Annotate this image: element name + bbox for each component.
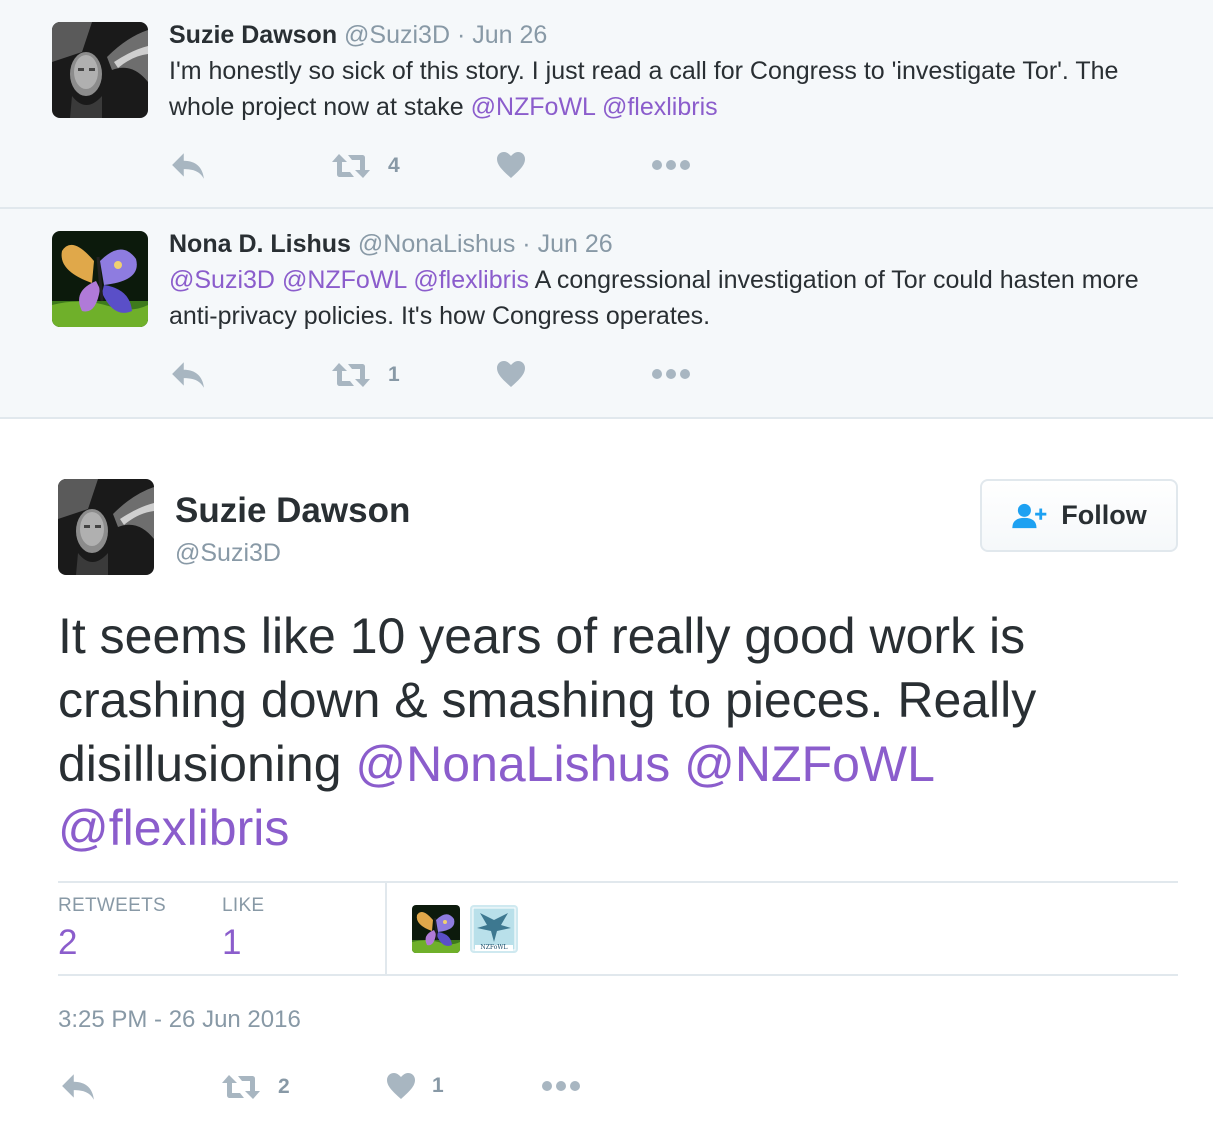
likes-stat[interactable]: LIKE 1 <box>222 895 264 963</box>
heart-icon <box>496 360 526 388</box>
more-dots-icon <box>651 159 691 171</box>
tweet-stats: RETWEETS 2 LIKE 1 NZFoWL <box>58 881 1178 976</box>
retweet-icon <box>220 1072 262 1102</box>
tweet-text: @Suzi3D @NZFoWL @flexlibris A congressio… <box>169 262 1179 334</box>
mention-link[interactable]: @NZFoWL <box>471 93 595 121</box>
like-button[interactable] <box>496 360 526 388</box>
more-button[interactable] <box>651 159 691 171</box>
more-dots-icon <box>541 1080 581 1092</box>
avatar[interactable] <box>58 479 154 575</box>
reply-arrow-icon <box>60 1072 96 1102</box>
more-button[interactable] <box>651 368 691 380</box>
context-tweet[interactable]: Nona D. Lishus @NonaLishus · Jun 26 @Suz… <box>0 209 1213 419</box>
liker-avatar[interactable] <box>412 905 460 953</box>
avatar-face-portrait-icon <box>58 479 154 575</box>
mention-link[interactable]: @NonaLishus <box>355 736 670 792</box>
mention-link[interactable]: @flexlibris <box>602 93 718 121</box>
avatar[interactable] <box>52 231 148 327</box>
retweets-label: RETWEETS <box>58 895 166 916</box>
author-name[interactable]: Suzie Dawson <box>169 21 337 49</box>
more-button[interactable] <box>541 1080 581 1092</box>
tweet-text: I'm honestly so sick of this story. I ju… <box>169 53 1179 125</box>
retweet-count: 4 <box>388 154 400 177</box>
avatar-butterfly-icon <box>412 905 460 953</box>
tweet-actions: 1 <box>0 354 1213 398</box>
retweet-count: 2 <box>278 1075 290 1098</box>
follow-button[interactable]: Follow <box>980 479 1178 552</box>
more-dots-icon <box>651 368 691 380</box>
reply-arrow-icon <box>170 151 206 181</box>
author-name[interactable]: Suzie Dawson <box>175 491 410 531</box>
heart-icon <box>496 151 526 179</box>
retweet-count: 1 <box>388 363 400 386</box>
reply-button[interactable] <box>170 360 206 390</box>
mention-link[interactable]: @Suzi3D <box>169 266 275 294</box>
avatar-butterfly-icon <box>52 231 148 327</box>
mention-link[interactable]: @flexlibris <box>413 266 529 294</box>
tweet-date[interactable]: · Jun 26 <box>457 21 547 49</box>
reply-button[interactable] <box>60 1072 96 1102</box>
mention-link[interactable]: @NZFoWL <box>282 266 406 294</box>
tweet-text: It seems like 10 years of really good wo… <box>58 604 1178 860</box>
tweet-header: Suzie Dawson @Suzi3D · Jun 26 <box>169 20 547 50</box>
likes-value: 1 <box>222 923 242 962</box>
tweet-date[interactable]: · Jun 26 <box>522 230 612 258</box>
heart-icon <box>386 1072 416 1100</box>
liker-avatar[interactable]: NZFoWL <box>470 905 518 953</box>
retweet-button[interactable]: 1 <box>330 360 400 390</box>
likes-label: LIKE <box>222 895 265 916</box>
retweets-stat[interactable]: RETWEETS 2 <box>58 895 166 963</box>
author-handle[interactable]: @NonaLishus <box>358 230 515 258</box>
retweet-button[interactable]: 2 <box>220 1072 290 1102</box>
author-handle[interactable]: @Suzi3D <box>344 21 450 49</box>
tweet-actions: 4 <box>0 145 1213 189</box>
add-user-icon <box>1011 502 1049 530</box>
retweet-icon <box>330 360 372 390</box>
follow-label: Follow <box>1061 500 1147 530</box>
tweet-header: Nona D. Lishus @NonaLishus · Jun 26 <box>169 229 613 259</box>
tweet-timestamp[interactable]: 3:25 PM - 26 Jun 2016 <box>58 1006 301 1034</box>
avatar[interactable] <box>52 22 148 118</box>
liker-caption: NZFoWL <box>480 944 508 951</box>
avatar-face-portrait-icon <box>52 22 148 118</box>
stats-divider <box>385 883 387 974</box>
like-count: 1 <box>432 1074 444 1097</box>
retweet-button[interactable]: 4 <box>330 151 400 181</box>
like-button[interactable] <box>496 151 526 179</box>
mention-link[interactable]: @NZFoWL <box>684 736 933 792</box>
like-button[interactable]: 1 <box>386 1072 444 1100</box>
context-tweet[interactable]: Suzie Dawson @Suzi3D · Jun 26 I'm honest… <box>0 0 1213 209</box>
reply-button[interactable] <box>170 151 206 181</box>
retweets-value: 2 <box>58 923 78 962</box>
author-handle[interactable]: @Suzi3D <box>175 538 281 568</box>
mention-link[interactable]: @flexlibris <box>58 800 289 856</box>
author-name[interactable]: Nona D. Lishus <box>169 230 351 258</box>
retweet-icon <box>330 151 372 181</box>
reply-arrow-icon <box>170 360 206 390</box>
